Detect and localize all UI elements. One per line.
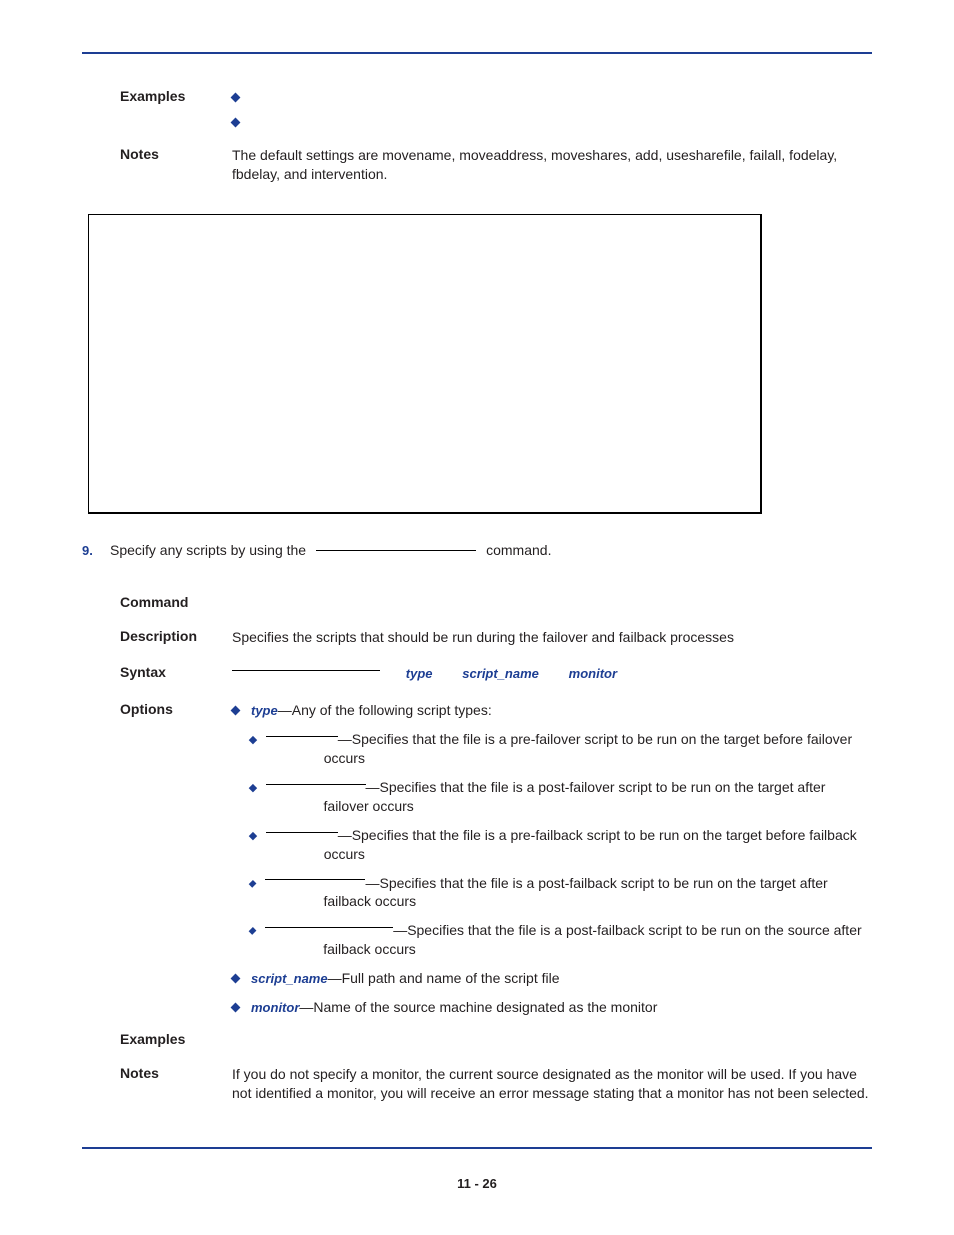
step-9: 9. Specify any scripts by using the comm… — [82, 542, 872, 558]
notes-text: The default settings are movename, movea… — [232, 146, 872, 184]
command-block-2: Command Description Specifies the script… — [82, 594, 872, 1103]
step-text-pre: Specify any scripts by using the — [110, 542, 306, 558]
syntax-param-monitor: monitor — [569, 666, 617, 681]
opt-sub3: —Specifies that the file is a pre-failba… — [324, 827, 857, 862]
bullet-icon — [249, 927, 257, 935]
command-label: Command — [120, 594, 232, 610]
notes-label: Notes — [120, 146, 232, 184]
options-label: Options — [120, 701, 232, 1017]
blank-line — [266, 736, 338, 737]
blank-line — [265, 927, 393, 928]
bottom-rule — [82, 1147, 872, 1149]
notes-label-2: Notes — [120, 1065, 232, 1103]
bullet-icon — [249, 880, 257, 888]
top-rule — [82, 52, 872, 54]
opt-sub1: —Specifies that the file is a pre-failov… — [324, 731, 852, 766]
blank-line — [266, 784, 366, 785]
opt-sub4: —Specifies that the file is a post-failb… — [323, 875, 827, 910]
opt-monitor-label: monitor — [251, 1000, 299, 1015]
examples-label: Examples — [120, 88, 232, 132]
opt-type-tail: —Any of the following script types: — [278, 702, 492, 718]
bullet-icon — [231, 706, 241, 716]
notes-text-2: If you do not specify a monitor, the cur… — [232, 1065, 872, 1103]
blank-line — [316, 550, 476, 551]
syntax-line: type script_name monitor — [232, 664, 872, 683]
bullet-icon — [231, 1003, 241, 1013]
examples-label-2: Examples — [120, 1031, 232, 1047]
step-number: 9. — [82, 543, 110, 558]
syntax-blank — [232, 670, 380, 671]
opt-sub2: —Specifies that the file is a post-failo… — [324, 779, 826, 814]
blank-line — [266, 832, 338, 833]
command-block-1: Examples Notes The default settings are … — [82, 88, 872, 184]
bullet-icon — [231, 117, 241, 127]
page: Examples Notes The default settings are … — [0, 0, 954, 1235]
options-body: type—Any of the following script types: … — [232, 701, 872, 1017]
description-text: Specifies the scripts that should be run… — [232, 628, 872, 647]
blank-line — [265, 879, 365, 880]
bullet-icon — [249, 832, 257, 840]
bullet-icon — [249, 784, 257, 792]
syntax-param-type: type — [406, 666, 433, 681]
opt-script-tail: —Full path and name of the script file — [328, 970, 560, 986]
opt-type-label: type — [251, 703, 278, 718]
opt-monitor-tail: —Name of the source machine designated a… — [299, 999, 657, 1015]
opt-script-label: script_name — [251, 971, 328, 986]
description-label: Description — [120, 628, 232, 647]
bullet-icon — [249, 736, 257, 744]
code-box — [88, 214, 762, 514]
syntax-label: Syntax — [120, 664, 232, 683]
bullet-icon — [231, 974, 241, 984]
syntax-param-script: script_name — [462, 666, 539, 681]
page-number: 11 - 26 — [0, 1176, 954, 1191]
step-text-post: command. — [486, 542, 551, 558]
bullet-icon — [231, 93, 241, 103]
opt-sub5: —Specifies that the file is a post-failb… — [323, 922, 861, 957]
